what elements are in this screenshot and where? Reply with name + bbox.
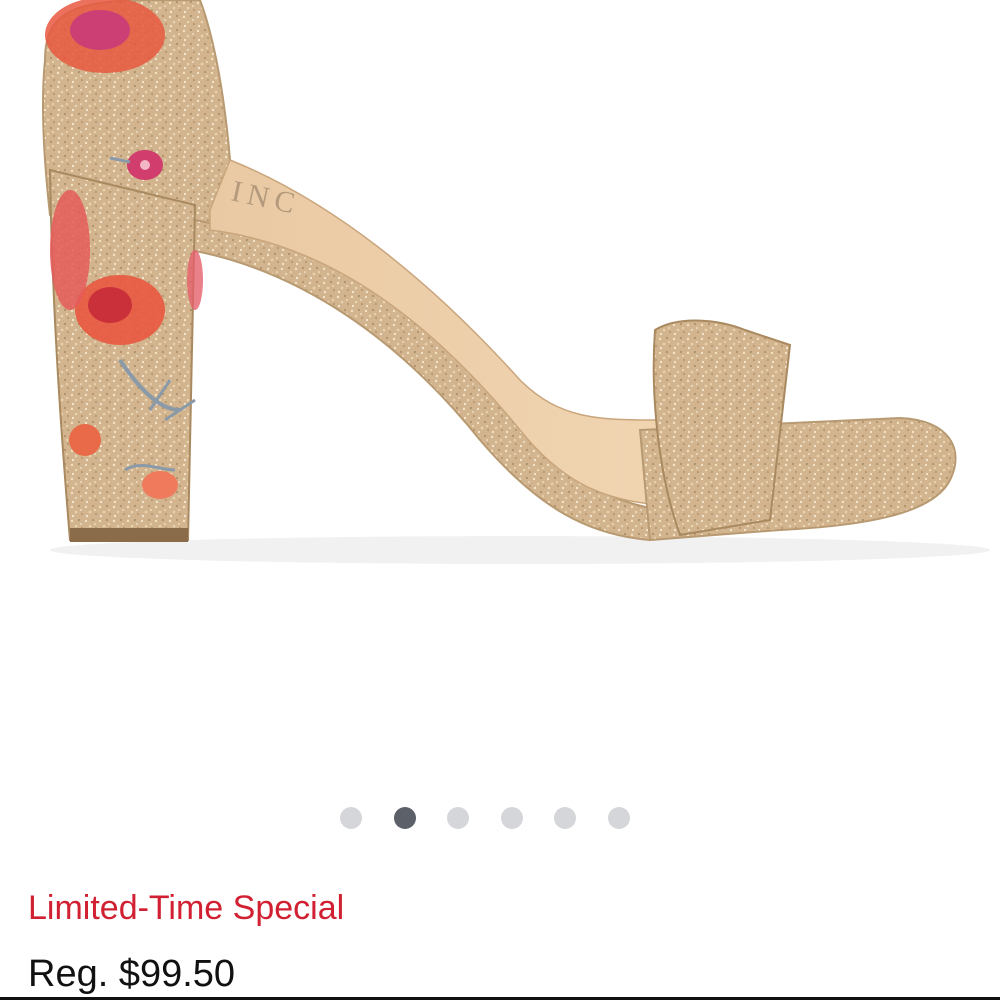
carousel-dot-5[interactable] (554, 807, 576, 829)
heel-tip (70, 528, 188, 542)
carousel-dot-1[interactable] (340, 807, 362, 829)
regular-price: Reg. $99.50 (28, 953, 236, 995)
toe-strap (652, 319, 792, 537)
product-image[interactable]: INC (0, 0, 1000, 780)
image-carousel-dots (0, 806, 1000, 830)
carousel-dot-4[interactable] (500, 807, 523, 829)
carousel-dot-6[interactable] (607, 807, 630, 829)
ground-shadow (50, 536, 990, 564)
carousel-dot-2[interactable] (393, 807, 416, 829)
promo-label: Limited-Time Special (28, 889, 345, 927)
carousel-dot-3[interactable] (447, 807, 469, 829)
sole-arch (188, 218, 662, 542)
sandal-illustration: INC (41, 0, 990, 564)
